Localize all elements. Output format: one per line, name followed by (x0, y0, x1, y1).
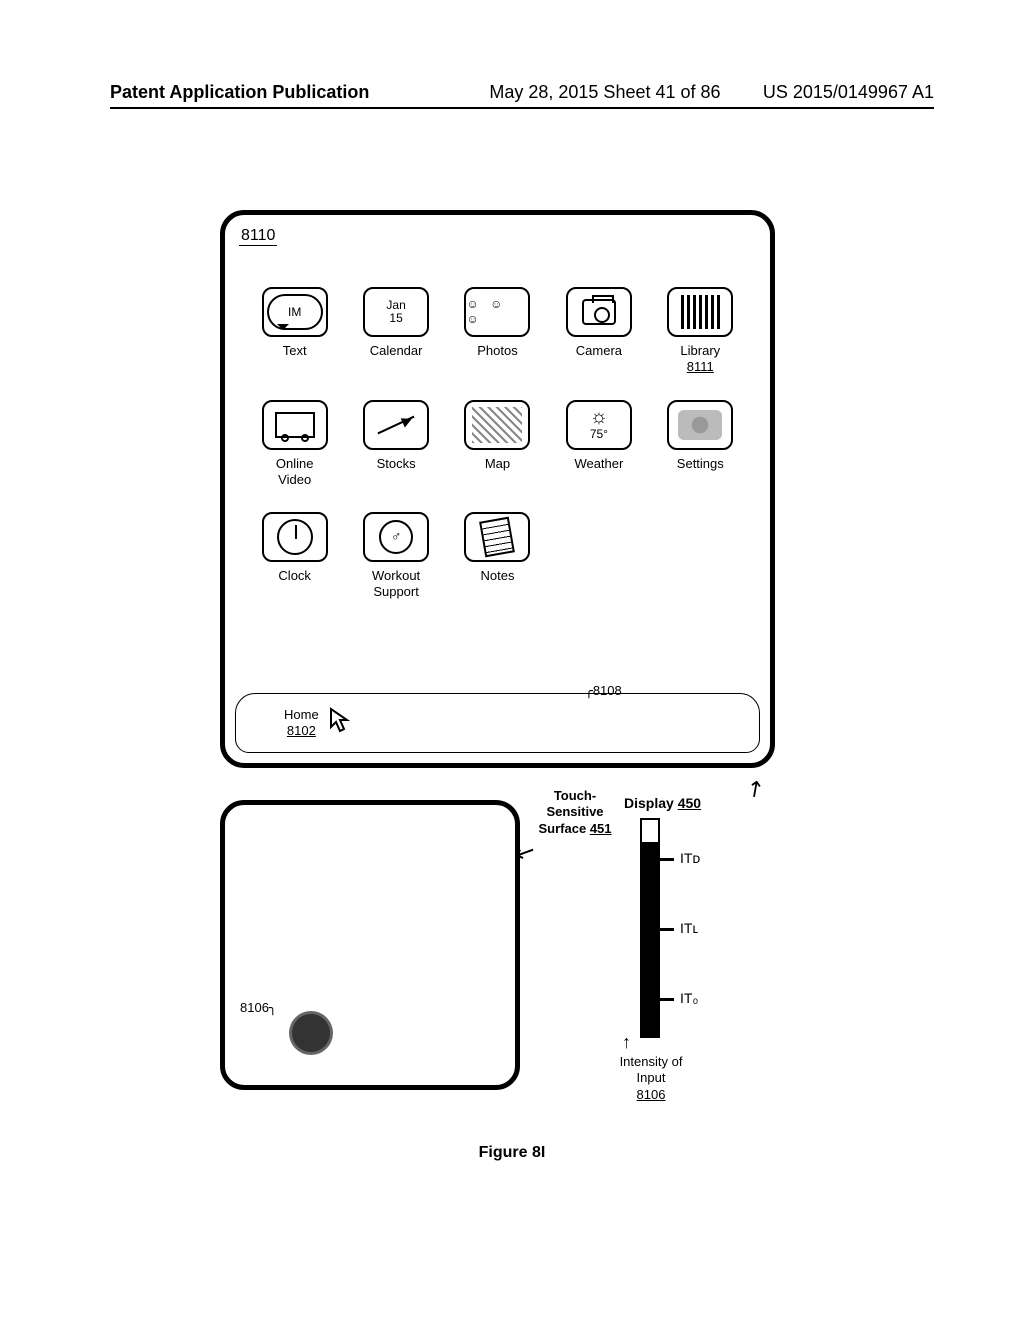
intensity-caption: Intensity ofInput8106 (596, 1054, 706, 1103)
text-icon: IM (262, 287, 328, 337)
app-grid: IM Text Jan15 Calendar ☺ ☺ ☺ Photos Came… (249, 287, 746, 601)
app-workout[interactable]: ♂ WorkoutSupport (363, 512, 429, 601)
app-text[interactable]: IM Text (262, 287, 328, 376)
calendar-icon: Jan15 (363, 287, 429, 337)
touch-surface-label: Touch-SensitiveSurface 451 (530, 788, 620, 837)
display-label: Display 450 (624, 795, 701, 811)
app-label: Calendar (370, 343, 423, 359)
app-label: Map (485, 456, 510, 472)
tick-label-itd: ITᴅ (680, 850, 700, 866)
app-label: Clock (278, 568, 311, 584)
figure-caption: Figure 8I (0, 1144, 1024, 1162)
tick-itd (660, 858, 674, 861)
app-label: Settings (677, 456, 724, 472)
clock-icon (262, 512, 328, 562)
app-map[interactable]: Map (464, 400, 530, 489)
app-library[interactable]: Library8111 (667, 287, 733, 376)
app-photos[interactable]: ☺ ☺ ☺ Photos (464, 287, 530, 376)
cursor-icon (329, 707, 353, 740)
app-label: Library8111 (680, 343, 720, 376)
app-settings[interactable]: Settings (667, 400, 733, 489)
app-label: Weather (574, 456, 623, 472)
tick-label-it0: IT₀ (680, 990, 698, 1006)
tick-label-itl: ITʟ (680, 920, 698, 936)
app-weather[interactable]: ☼75° Weather (566, 400, 632, 489)
intensity-gauge: ITᴅ ITʟ IT₀ ↑ Intensity ofInput8106 (640, 818, 760, 1088)
app-label: Notes (481, 568, 515, 584)
pub-number: US 2015/0149967 A1 (763, 82, 934, 103)
display-device: 8110 IM Text Jan15 Calendar ☺ ☺ ☺ Photos… (220, 210, 775, 768)
leader-contact: 8106╮ (240, 1000, 277, 1016)
tick-itl (660, 928, 674, 931)
app-calendar[interactable]: Jan15 Calendar (363, 287, 429, 376)
camera-icon (566, 287, 632, 337)
touch-sensitive-surface[interactable] (220, 800, 520, 1090)
leader-arrow-icon: ↗ (740, 773, 770, 805)
notes-icon (464, 512, 530, 562)
pub-type: Patent Application Publication (110, 82, 369, 103)
ref-display-id: 8110 (239, 227, 277, 246)
photos-icon: ☺ ☺ ☺ (464, 287, 530, 337)
up-arrow-icon: ↑ (622, 1032, 631, 1053)
weather-icon: ☼75° (566, 400, 632, 450)
app-stocks[interactable]: Stocks (363, 400, 429, 489)
app-clock[interactable]: Clock (262, 512, 328, 601)
app-camera[interactable]: Camera (566, 287, 632, 376)
app-label: Stocks (377, 456, 416, 472)
tick-it0 (660, 998, 674, 1001)
date-sheet: May 28, 2015 Sheet 41 of 86 (489, 82, 720, 103)
gauge-fill (642, 842, 658, 1036)
stocks-icon (363, 400, 429, 450)
app-label: Photos (477, 343, 517, 359)
dock: Home8102 (235, 693, 760, 753)
workout-icon: ♂ (363, 512, 429, 562)
map-icon (464, 400, 530, 450)
app-label: Text (283, 343, 307, 359)
touch-contact (289, 1011, 333, 1055)
app-label: Camera (576, 343, 622, 359)
home-tab[interactable]: Home8102 (284, 707, 319, 738)
library-icon (667, 287, 733, 337)
app-label: OnlineVideo (276, 456, 314, 489)
app-online-video[interactable]: OnlineVideo (262, 400, 328, 489)
gauge-track (640, 818, 660, 1038)
page-header: Patent Application Publication May 28, 2… (110, 82, 934, 109)
online-video-icon (262, 400, 328, 450)
app-notes[interactable]: Notes (464, 512, 530, 601)
settings-icon (667, 400, 733, 450)
app-label: WorkoutSupport (372, 568, 420, 601)
